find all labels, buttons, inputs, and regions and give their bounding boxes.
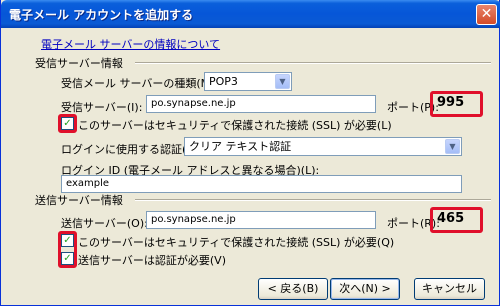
auth-method-value: クリア テキスト認証 <box>189 140 292 153</box>
check-icon: ✓ <box>63 118 72 129</box>
close-button[interactable]: ✕ <box>476 4 497 25</box>
outgoing-port-input[interactable]: 465 <box>433 210 480 228</box>
check-icon: ✓ <box>63 253 72 264</box>
login-id-input[interactable]: example <box>61 175 462 193</box>
outgoing-auth-checkbox[interactable]: ✓ <box>61 252 74 265</box>
outgoing-auth-label[interactable]: 送信サーバーは認証が必要(V) <box>78 252 226 268</box>
dialog-body: 電子メール サーバーの情報について 受信サーバー情報 受信メール サーバーの種類… <box>1 28 499 306</box>
add-email-account-dialog: 電子メール アカウントを追加する ✕ 電子メール サーバーの情報について 受信サ… <box>0 0 500 306</box>
outgoing-ssl-label[interactable]: このサーバーはセキュリティで保護された接続 (SSL) が必要(Q) <box>78 234 394 250</box>
incoming-server-label: 受信サーバー(I): <box>61 101 143 114</box>
incoming-server-input[interactable]: po.synapse.ne.jp <box>146 95 376 113</box>
back-button[interactable]: < 戻る(B) <box>258 278 328 300</box>
server-info-link[interactable]: 電子メール サーバーの情報について <box>41 36 220 52</box>
close-icon: ✕ <box>480 6 493 22</box>
outgoing-server-input[interactable]: po.synapse.ne.jp <box>146 211 376 229</box>
next-button[interactable]: 次へ(N) > <box>330 278 400 300</box>
auth-method-select[interactable]: クリア テキスト認証 ▼ <box>184 137 462 156</box>
window-title: 電子メール アカウントを追加する <box>9 8 194 22</box>
incoming-type-label: 受信メール サーバーの種類(M): <box>61 77 219 90</box>
title-bar[interactable]: 電子メール アカウントを追加する ✕ <box>1 0 500 28</box>
cancel-button[interactable]: キャンセル <box>414 278 485 300</box>
chevron-down-icon: ▼ <box>445 139 460 154</box>
incoming-port-highlight: 995 <box>430 91 483 117</box>
outgoing-ssl-checkbox[interactable]: ✓ <box>61 234 74 247</box>
check-icon: ✓ <box>63 235 72 246</box>
auth-method-label: ログインに使用する認証(U): <box>61 143 203 156</box>
incoming-section-title: 受信サーバー情報 <box>35 57 123 70</box>
outgoing-port-highlight: 465 <box>430 207 483 233</box>
outgoing-divider <box>135 199 491 201</box>
incoming-type-value: POP3 <box>209 75 238 88</box>
incoming-divider <box>135 62 491 64</box>
outgoing-section-title: 送信サーバー情報 <box>35 194 123 207</box>
incoming-type-select[interactable]: POP3 ▼ <box>204 72 292 91</box>
incoming-ssl-label[interactable]: このサーバーはセキュリティで保護された接続 (SSL) が必要(L) <box>78 117 392 133</box>
outgoing-server-label: 送信サーバー(O): <box>61 217 148 230</box>
incoming-port-input[interactable]: 995 <box>433 94 480 112</box>
chevron-down-icon: ▼ <box>275 74 290 89</box>
incoming-ssl-checkbox[interactable]: ✓ <box>61 117 74 130</box>
